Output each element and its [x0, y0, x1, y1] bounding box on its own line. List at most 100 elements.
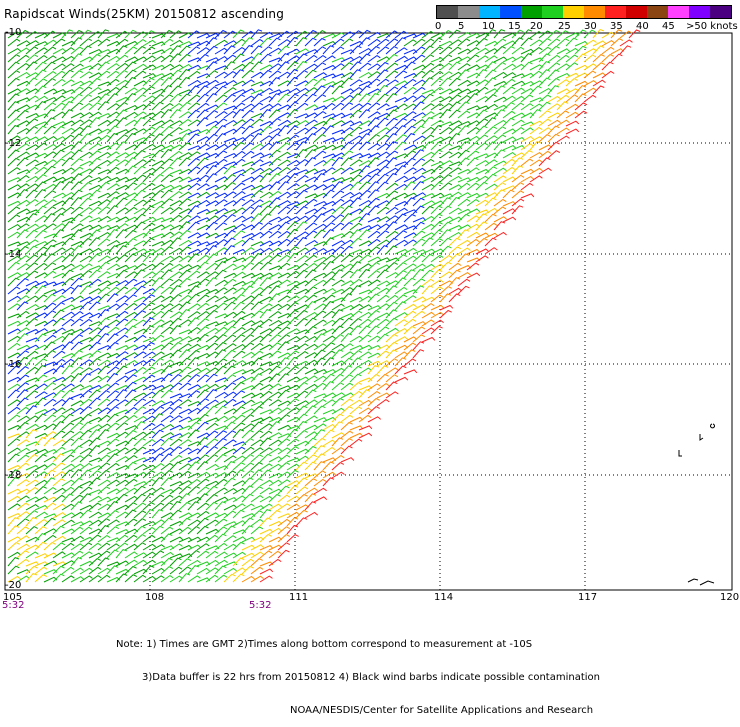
wind-barb — [538, 69, 551, 79]
wind-barb — [61, 101, 74, 111]
wind-barb — [475, 221, 488, 231]
colorbar-label: 20 — [530, 21, 543, 32]
wind-barb — [70, 149, 83, 159]
wind-barb — [160, 384, 175, 391]
wind-barb — [475, 213, 488, 223]
wind-barb — [322, 301, 335, 311]
wind-barb — [43, 293, 56, 303]
wind-barb — [286, 511, 300, 519]
wind-barb — [133, 485, 146, 495]
wind-barb — [34, 272, 49, 279]
lat-label: -18 — [5, 470, 22, 481]
wind-barb — [151, 344, 166, 351]
wind-barb — [304, 493, 317, 503]
wind-barb — [241, 109, 254, 119]
wind-barb — [358, 85, 371, 95]
wind-barb — [529, 141, 542, 151]
wind-barb — [205, 161, 220, 167]
wind-barb — [43, 455, 58, 463]
wind-barb — [151, 567, 166, 575]
wind-barb — [547, 112, 562, 119]
colorbar-segment — [668, 6, 689, 18]
wind-barb — [439, 293, 452, 303]
wind-barb — [97, 305, 112, 311]
wind-barb — [358, 311, 373, 319]
wind-barb — [97, 29, 110, 39]
wind-barb — [160, 239, 174, 247]
wind-barb — [349, 373, 362, 383]
wind-barb — [529, 120, 544, 127]
wind-barb — [88, 136, 103, 143]
wind-barb — [601, 70, 615, 79]
wind-barb — [214, 133, 227, 143]
wind-barb — [133, 104, 148, 111]
wind-barb — [232, 169, 247, 175]
wind-barb — [196, 353, 211, 359]
wind-barb — [124, 368, 139, 375]
wind-barb — [178, 246, 192, 255]
wind-barb — [277, 71, 291, 79]
wind-barb — [268, 133, 281, 143]
wind-barb — [88, 253, 101, 263]
wind-barb — [25, 405, 38, 415]
colorbar-segment — [584, 6, 605, 18]
wind-barb — [205, 567, 219, 575]
wind-barb — [241, 37, 254, 47]
wind-barb — [187, 145, 202, 151]
wind-barb — [169, 200, 184, 207]
wind-barb — [259, 328, 274, 335]
wind-barb — [88, 295, 102, 303]
time-label: 5:32 — [2, 600, 25, 611]
wind-barb — [88, 237, 101, 247]
wind-barb — [178, 319, 192, 327]
wind-barb — [160, 470, 173, 479]
wind-barb — [547, 125, 560, 135]
wind-barb — [367, 189, 380, 199]
wind-barb — [160, 309, 173, 319]
wind-barb — [475, 181, 488, 191]
lat-label: -10 — [5, 27, 22, 38]
wind-barb — [232, 520, 247, 527]
wind-barb — [169, 368, 184, 375]
wind-barb — [484, 173, 497, 183]
wind-barb — [538, 157, 551, 167]
lat-label: -20 — [5, 580, 22, 591]
wind-barb — [376, 200, 391, 207]
wind-barb — [43, 262, 57, 271]
wind-barb — [565, 77, 578, 87]
wind-barb — [205, 245, 218, 255]
wind-barb — [106, 405, 119, 415]
colorbar-segment — [479, 6, 500, 18]
wind-barb — [142, 253, 155, 263]
wind-barb — [124, 119, 138, 127]
wind-barb — [493, 119, 507, 127]
wind-barb — [556, 101, 569, 111]
wind-barb — [250, 29, 263, 39]
wind-barb — [331, 360, 346, 367]
wind-barb — [151, 429, 164, 439]
wind-barb — [394, 365, 407, 375]
wind-barb — [286, 69, 299, 79]
wind-barb — [223, 225, 238, 231]
wind-barb — [430, 149, 443, 159]
wind-barb — [583, 94, 597, 103]
wind-barb — [133, 80, 148, 87]
wind-barb — [205, 528, 220, 535]
wind-barb — [196, 517, 209, 527]
wind-barb — [331, 437, 344, 447]
wind-barb — [448, 61, 461, 71]
wind-barb — [79, 454, 93, 463]
wind-barb — [250, 293, 263, 303]
wind-barb — [277, 39, 291, 47]
colorbar-segment — [458, 6, 479, 18]
colorbar-segment — [500, 6, 521, 18]
wind-barb — [250, 71, 264, 79]
wind-barb — [448, 184, 463, 191]
wind-barb — [313, 296, 328, 303]
wind-barb — [52, 421, 65, 431]
wind-barb — [259, 409, 274, 415]
wind-barb — [250, 93, 263, 103]
wind-barb — [466, 223, 480, 231]
wind-barb — [268, 520, 283, 527]
wind-barb — [205, 304, 220, 311]
